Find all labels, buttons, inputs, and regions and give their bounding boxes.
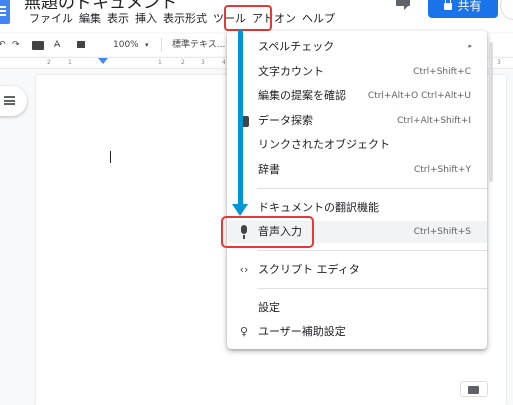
explore-corner-button[interactable] — [460, 381, 488, 397]
indent-marker-icon[interactable] — [98, 58, 108, 64]
toolbar-divider — [161, 38, 162, 52]
ruler-number: 2 — [47, 59, 51, 66]
ruler-number: 1 — [68, 59, 72, 66]
menu-item-review-suggestions[interactable]: 編集の提案を確認 Ctrl+Alt+O Ctrl+Alt+U — [227, 85, 487, 107]
zoom-caret-icon[interactable]: ▾ — [145, 39, 149, 51]
zoom-select[interactable]: 100% — [113, 39, 139, 51]
menu-item-accessibility[interactable]: ♀ ユーザー補助設定 — [227, 321, 487, 343]
share-button[interactable]: 共有 — [428, 0, 498, 18]
avatar[interactable] — [500, 0, 513, 20]
redo-icon[interactable]: ↷ — [12, 39, 20, 51]
menu-item-label: データ探索 — [258, 114, 313, 127]
menu-format[interactable]: 表示形式 — [160, 11, 210, 27]
annotation-arrow-line — [238, 30, 243, 211]
menu-item-label: 編集の提案を確認 — [258, 89, 346, 102]
menu-scrollbar[interactable] — [489, 42, 493, 182]
menu-view[interactable]: 表示 — [104, 11, 132, 27]
docs-logo-icon[interactable] — [0, 0, 10, 24]
menu-item-label: スクリプト エディタ — [258, 263, 360, 276]
menu-item-linked-objects[interactable]: リンクされたオブジェクト — [227, 134, 487, 156]
menu-insert[interactable]: 挿入 — [132, 11, 160, 27]
ruler-number: 1 — [158, 59, 162, 66]
menu-item-shortcut: Ctrl+Alt+O Ctrl+Alt+U — [367, 91, 471, 101]
menu-divider — [257, 250, 487, 251]
spellcheck-icon[interactable]: A̶ — [54, 39, 60, 51]
menu-edit[interactable]: 編集 — [76, 11, 104, 27]
menu-item-spellcheck[interactable]: スペルチェック ▸ — [227, 36, 487, 58]
voice-typing-highlight — [221, 216, 314, 248]
ruler-number: 3 — [201, 59, 205, 66]
menu-item-shortcut: Ctrl+Alt+Shift+I — [397, 116, 471, 126]
annotation-arrow-head-icon — [232, 204, 248, 216]
menu-item-word-count[interactable]: 文字カウント Ctrl+Shift+C — [227, 61, 487, 83]
share-label: 共有 — [457, 0, 482, 13]
ruler-number: 4 — [222, 59, 226, 66]
accessibility-icon: ♀ — [239, 325, 249, 338]
ruler-number: 3 — [497, 59, 501, 66]
menu-item-label: ユーザー補助設定 — [258, 325, 346, 338]
menu-divider — [257, 288, 487, 289]
top-bar: 無題のドキュメント ファイル 編集 表示 挿入 表示形式 ツール アドオン ヘル… — [0, 0, 513, 32]
menu-item-shortcut: Ctrl+Shift+S — [413, 227, 471, 237]
print-icon[interactable] — [32, 41, 44, 50]
menu-bar: ファイル 編集 表示 挿入 表示形式 ツール アドオン ヘルプ — [26, 11, 338, 27]
paint-format-icon[interactable] — [77, 41, 85, 48]
lock-icon — [444, 0, 453, 10]
menu-item-label: スペルチェック — [258, 40, 335, 53]
menu-divider — [257, 188, 487, 189]
menu-item-shortcut: Ctrl+Shift+C — [413, 67, 471, 77]
tools-menu-highlight — [224, 5, 272, 31]
menu-help[interactable]: ヘルプ — [299, 11, 338, 27]
menu-item-shortcut: Ctrl+Shift+Y — [413, 165, 471, 175]
menu-item-label: ドキュメントの翻訳機能 — [258, 201, 379, 214]
code-brackets-icon: ‹› — [239, 263, 249, 276]
outline-icon — [4, 96, 15, 105]
menu-item-preferences[interactable]: 設定 — [227, 297, 487, 319]
menu-item-explore[interactable]: データ探索 Ctrl+Alt+Shift+I — [227, 110, 487, 132]
comment-history-icon[interactable] — [392, 0, 414, 12]
menu-item-label: 設定 — [258, 301, 280, 314]
ruler-number: 2 — [181, 59, 185, 66]
submenu-arrow-icon: ▸ — [468, 42, 472, 50]
menu-item-label: リンクされたオブジェクト — [258, 138, 390, 151]
menu-item-dictionary[interactable]: 辞書 Ctrl+Shift+Y — [227, 159, 487, 181]
menu-item-label: 文字カウント — [258, 65, 324, 78]
tools-dropdown-menu: スペルチェック ▸ 文字カウント Ctrl+Shift+C 編集の提案を確認 C… — [227, 31, 487, 349]
undo-icon[interactable]: ↶ — [0, 39, 6, 51]
menu-item-label: 辞書 — [258, 163, 280, 176]
menu-item-script-editor[interactable]: ‹› スクリプト エディタ — [227, 259, 487, 281]
outline-button[interactable] — [0, 86, 27, 116]
style-select[interactable]: 標準テキス... — [172, 39, 225, 51]
text-cursor — [110, 151, 111, 163]
menu-file[interactable]: ファイル — [26, 11, 76, 27]
